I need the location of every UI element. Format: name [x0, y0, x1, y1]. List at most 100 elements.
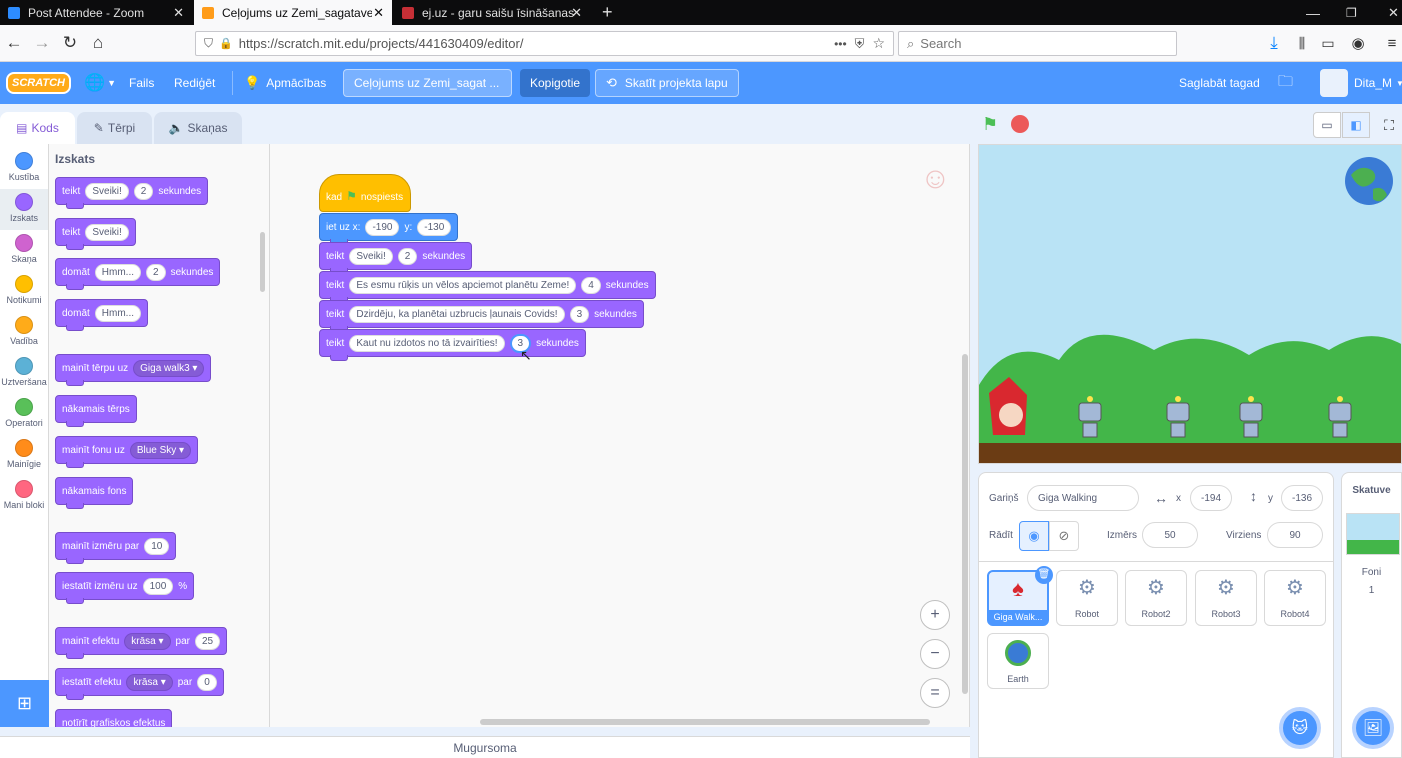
- sprite-thumb-giga[interactable]: ♠ Giga Walk... 🗑: [987, 566, 1053, 626]
- share-button[interactable]: Kopigotie: [520, 69, 591, 97]
- reload-icon[interactable]: ↻: [58, 31, 82, 55]
- url-text[interactable]: https://scratch.mit.edu/projects/4416304…: [239, 36, 524, 51]
- forward-icon[interactable]: →: [30, 31, 54, 55]
- sprite-thumb-robot4[interactable]: ⚙ Robot4: [1264, 570, 1326, 626]
- bookmark-star-icon[interactable]: ☆: [872, 35, 885, 52]
- category-events[interactable]: Notikumi: [0, 271, 48, 312]
- sidebar-icon[interactable]: ▭: [1316, 31, 1340, 55]
- library-icon[interactable]: ⫼: [1290, 31, 1314, 55]
- x-position-input[interactable]: -194: [1190, 485, 1232, 511]
- home-icon[interactable]: ⌂: [86, 31, 110, 55]
- account-icon[interactable]: ◉: [1346, 31, 1370, 55]
- block-next-backdrop[interactable]: nākamais fons: [55, 477, 134, 509]
- sprite-thumb-robot3[interactable]: ⚙ Robot3: [1195, 570, 1257, 626]
- my-stuff-folder-icon[interactable]: 🗀: [1278, 62, 1293, 104]
- block-switch-costume[interactable]: mainīt tērpu uz Giga walk3 ▾: [55, 354, 212, 386]
- zoom-in-button[interactable]: +: [920, 600, 950, 630]
- small-stage-icon[interactable]: ▭: [1313, 112, 1341, 138]
- script-workspace[interactable]: ☺ kad ⚑ nospiests iet uz x: -190 y: -130 te…: [270, 144, 970, 727]
- fullscreen-icon[interactable]: ⛶: [1376, 112, 1402, 138]
- edit-menu[interactable]: Rediģēt: [174, 62, 215, 104]
- block-say-for-secs[interactable]: teikt Sveiki! 2 sekundes: [319, 242, 473, 274]
- block-set-effect[interactable]: iestatīt efektu krāsa ▾ par 0: [55, 668, 224, 700]
- file-menu[interactable]: Fails: [129, 62, 154, 104]
- block-think[interactable]: domāt Hmm...: [55, 299, 149, 331]
- sprite-name-input[interactable]: Giga Walking: [1027, 485, 1139, 511]
- delete-sprite-icon[interactable]: 🗑: [1035, 566, 1053, 584]
- close-icon[interactable]: ✕: [173, 5, 184, 21]
- url-bar[interactable]: ⛉ 🔒 https://scratch.mit.edu/projects/441…: [195, 31, 894, 56]
- y-position-input[interactable]: -136: [1281, 485, 1323, 511]
- green-flag-icon[interactable]: ⚑: [982, 114, 998, 135]
- block-set-size[interactable]: iestatīt izmēru uz 100%: [55, 572, 195, 604]
- page-actions-icon[interactable]: •••: [834, 37, 847, 51]
- add-backdrop-button[interactable]: 🖼: [1352, 707, 1394, 749]
- add-sprite-button[interactable]: 🐱: [1279, 707, 1321, 749]
- zoom-out-button[interactable]: −: [920, 639, 950, 669]
- browser-tab-scratch[interactable]: Ceļojums uz Zemi_sagatave on ✕: [194, 0, 392, 25]
- browser-tab-ejuz[interactable]: ej.uz - garu saišu īsināšanas ser ✕: [394, 0, 590, 25]
- backpack[interactable]: Mugursoma: [0, 736, 970, 758]
- save-now-button[interactable]: Saglabāt tagad: [1179, 62, 1260, 104]
- large-stage-icon[interactable]: ◧: [1342, 112, 1370, 138]
- category-motion[interactable]: Kustība: [0, 148, 48, 189]
- account-menu[interactable]: Dita_M ▼: [1320, 62, 1402, 104]
- window-close-icon[interactable]: ✕: [1380, 0, 1402, 25]
- block-say[interactable]: teikt Sveiki!: [55, 218, 136, 250]
- block-think-for-secs[interactable]: domāt Hmm... 2 sekundes: [55, 258, 221, 290]
- show-sprite-eye-icon[interactable]: ◉: [1019, 521, 1049, 551]
- category-sensing[interactable]: Uztveršana: [0, 353, 48, 394]
- tab-sounds[interactable]: 🔈 Skaņas: [154, 112, 242, 144]
- size-input[interactable]: 50: [1142, 522, 1198, 548]
- category-my-blocks[interactable]: Mani bloki: [0, 476, 48, 517]
- search-input[interactable]: Search: [920, 36, 961, 51]
- block-when-flag-clicked[interactable]: kad ⚑ nospiests: [319, 174, 411, 212]
- stage-canvas[interactable]: [978, 144, 1402, 464]
- pocket-icon[interactable]: ⛨: [855, 36, 865, 52]
- zoom-reset-button[interactable]: =: [920, 678, 950, 708]
- direction-input[interactable]: 90: [1267, 522, 1323, 548]
- close-icon[interactable]: ✕: [373, 5, 384, 21]
- stage-target-pane[interactable]: Skatuve Foni 1 🖼: [1341, 472, 1402, 758]
- palette-scrollbar[interactable]: [260, 232, 265, 292]
- block-change-size[interactable]: mainīt izmēru par 10: [55, 532, 177, 564]
- block-say-for-secs[interactable]: teikt Dzirdēju, ka planētai uzbrucis ļaun…: [319, 300, 644, 332]
- see-project-page-button[interactable]: ⟲ Skatīt projekta lapu: [595, 69, 739, 97]
- category-sound[interactable]: Skaņa: [0, 230, 48, 271]
- tutorials-menu[interactable]: 💡 Apmācības: [244, 62, 326, 104]
- hide-sprite-eye-icon[interactable]: ⊘: [1049, 521, 1079, 551]
- scratch-logo[interactable]: SCRATCH: [6, 62, 71, 104]
- category-control[interactable]: Vadība: [0, 312, 48, 353]
- minimize-icon[interactable]: —: [1298, 0, 1322, 25]
- download-icon[interactable]: ⤓: [1262, 31, 1286, 55]
- hamburger-menu-icon[interactable]: ≡: [1380, 31, 1402, 55]
- block-say-for-secs[interactable]: teikt Es esmu rūķis un vēlos apciemot pla…: [319, 271, 656, 303]
- workspace-vertical-scrollbar[interactable]: [962, 354, 968, 694]
- workspace-horizontal-scrollbar[interactable]: [480, 719, 930, 725]
- stop-icon[interactable]: [1011, 115, 1029, 133]
- block-next-costume[interactable]: nākamais tērps: [55, 395, 137, 427]
- add-extension-button[interactable]: ⊞: [0, 680, 49, 727]
- close-icon[interactable]: ✕: [571, 5, 582, 21]
- restore-icon[interactable]: ❐: [1338, 0, 1362, 25]
- new-tab-button[interactable]: +: [594, 0, 618, 25]
- block-clear-effects[interactable]: notīrīt grafiskos efektus: [55, 709, 173, 727]
- sprite-thumb-robot[interactable]: ⚙ Robot: [1056, 570, 1118, 626]
- category-looks[interactable]: Izskats: [0, 189, 48, 230]
- block-say-for-secs[interactable]: teikt Sveiki! 2 sekundes: [55, 177, 209, 209]
- sprite-thumb-robot2[interactable]: ⚙ Robot2: [1125, 570, 1187, 626]
- language-globe-icon[interactable]: 🌐 ▼: [84, 62, 116, 104]
- block-switch-backdrop[interactable]: mainīt fonu uz Blue Sky ▾: [55, 436, 199, 468]
- search-bar[interactable]: ⌕ Search: [898, 31, 1177, 56]
- sprite-thumb-earth[interactable]: Earth: [987, 633, 1049, 689]
- category-variables[interactable]: Mainīgie: [0, 435, 48, 476]
- tab-costumes[interactable]: ✎ Tērpi: [77, 112, 152, 144]
- project-title-input[interactable]: Ceļojums uz Zemi_sagat ...: [343, 69, 512, 97]
- block-say-for-secs[interactable]: teikt Kaut nu izdotos no tā izvairīties! 3…: [319, 329, 586, 361]
- category-operators[interactable]: Operatori: [0, 394, 48, 435]
- tab-code[interactable]: ▤ Kods: [0, 112, 75, 144]
- block-go-to-xy[interactable]: iet uz x: -190 y: -130: [319, 213, 459, 245]
- browser-tab-zoom[interactable]: Post Attendee - Zoom ✕: [0, 0, 192, 25]
- block-change-effect[interactable]: mainīt efektu krāsa ▾ par 25: [55, 627, 228, 659]
- back-icon[interactable]: ←: [2, 31, 26, 55]
